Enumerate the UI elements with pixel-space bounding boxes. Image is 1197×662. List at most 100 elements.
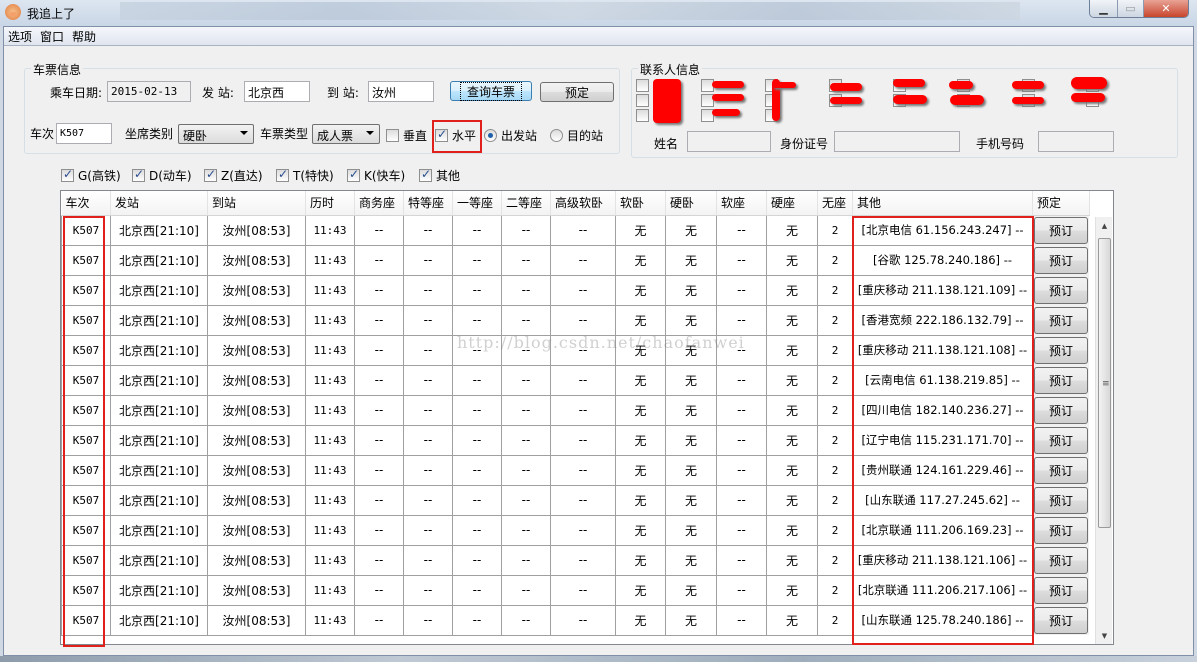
filter-checkbox-0[interactable]: G(高铁) bbox=[61, 167, 121, 184]
reserve-button[interactable]: 预订 bbox=[1034, 546, 1088, 574]
column-header[interactable]: 特等座 bbox=[403, 191, 453, 216]
book-button[interactable]: 预定 bbox=[540, 82, 614, 102]
filter-checkbox-4[interactable]: K(快车) bbox=[347, 167, 405, 184]
table-cell: 汝州[08:53] bbox=[207, 244, 306, 276]
radio-depart-station[interactable]: 出发站 bbox=[484, 127, 537, 144]
table-row[interactable]: K507 北京西[21:10] 汝州[08:53] 11:43 -- -- -- -- -- 无无… bbox=[61, 604, 1089, 636]
table-row[interactable]: K507 北京西[21:10] 汝州[08:53] 11:43 -- -- -- -- -- 无无… bbox=[61, 424, 1089, 456]
reserve-button[interactable]: 预订 bbox=[1034, 576, 1088, 604]
train-no-label: 车次 bbox=[30, 127, 55, 141]
table-cell: -- bbox=[501, 574, 551, 606]
table-row[interactable]: K507 北京西[21:10] 汝州[08:53] 11:43 -- -- -- -- -- 无无… bbox=[61, 394, 1089, 426]
table-row[interactable]: K507 北京西[21:10] 汝州[08:53] 11:43 -- -- -- -- -- 无无… bbox=[61, 364, 1089, 396]
table-cell: -- bbox=[716, 484, 767, 516]
table-row[interactable]: K507 北京西[21:10] 汝州[08:53] 11:43 -- -- -- -- -- 无无… bbox=[61, 484, 1089, 516]
table-cell: [云南电信 61.138.219.85] -- bbox=[852, 364, 1033, 396]
reserve-button[interactable]: 预订 bbox=[1034, 216, 1088, 244]
table-cell: 11:43 bbox=[305, 394, 355, 426]
table-cell: [重庆移动 211.138.121.109] -- bbox=[852, 274, 1033, 306]
table-row[interactable]: K507 北京西[21:10] 汝州[08:53] 11:43 -- -- -- -- -- 无无… bbox=[61, 334, 1089, 366]
table-row[interactable]: K507 北京西[21:10] 汝州[08:53] 11:43 -- -- -- -- -- 无无… bbox=[61, 454, 1089, 486]
table-cell: -- bbox=[403, 424, 453, 456]
reserve-button[interactable]: 预订 bbox=[1034, 336, 1088, 364]
column-header[interactable]: 历时 bbox=[305, 191, 355, 216]
table-cell: -- bbox=[452, 334, 502, 366]
radio-arrive-station[interactable]: 目的站 bbox=[550, 127, 603, 144]
phone-input[interactable] bbox=[1038, 131, 1114, 152]
contact-checkbox[interactable] bbox=[636, 109, 653, 122]
menu-options[interactable]: 选项 bbox=[8, 28, 32, 45]
reserve-button[interactable]: 预订 bbox=[1034, 606, 1088, 634]
vertical-checkbox[interactable]: 垂直 bbox=[386, 127, 427, 144]
column-header[interactable]: 商务座 bbox=[354, 191, 404, 216]
table-cell: -- bbox=[501, 544, 551, 576]
table-row[interactable]: K507 北京西[21:10] 汝州[08:53] 11:43 -- -- -- -- -- 无无… bbox=[61, 514, 1089, 546]
column-header[interactable]: 一等座 bbox=[452, 191, 502, 216]
scroll-thumb[interactable]: ≡ bbox=[1098, 238, 1111, 528]
reserve-button[interactable]: 预订 bbox=[1034, 276, 1088, 304]
column-header[interactable]: 软座 bbox=[716, 191, 767, 216]
checkbox-icon bbox=[636, 109, 649, 122]
contact-checkbox[interactable] bbox=[636, 94, 653, 107]
reserve-button[interactable]: 预订 bbox=[1034, 366, 1088, 394]
table-row[interactable]: K507 北京西[21:10] 汝州[08:53] 11:43 -- -- -- -- -- 无无… bbox=[61, 304, 1089, 336]
scroll-up-icon[interactable]: ▲ bbox=[1096, 217, 1113, 234]
reserve-button[interactable]: 预订 bbox=[1034, 306, 1088, 334]
filter-checkbox-1[interactable]: D(动车) bbox=[132, 167, 192, 184]
column-header[interactable]: 车次 bbox=[61, 191, 111, 216]
reserve-button[interactable]: 预订 bbox=[1034, 456, 1088, 484]
table-cell: -- bbox=[716, 394, 767, 426]
column-header[interactable]: 硬座 bbox=[766, 191, 818, 216]
table-cell: 2 bbox=[817, 544, 853, 576]
table-row[interactable]: K507 北京西[21:10] 汝州[08:53] 11:43 -- -- -- -- -- 无无… bbox=[61, 214, 1089, 246]
id-number-input[interactable] bbox=[834, 131, 960, 152]
vertical-scrollbar[interactable]: ▲ ≡ ▼ bbox=[1095, 217, 1112, 644]
name-input[interactable] bbox=[687, 131, 771, 152]
column-header[interactable]: 软卧 bbox=[615, 191, 666, 216]
table-row[interactable]: K507 北京西[21:10] 汝州[08:53] 11:43 -- -- -- -- -- 无无… bbox=[61, 244, 1089, 276]
filter-checkbox-2[interactable]: Z(直达) bbox=[204, 167, 263, 184]
scroll-down-icon[interactable]: ▼ bbox=[1096, 627, 1113, 644]
ticket-type-select[interactable]: 成人票 bbox=[312, 124, 380, 144]
column-header[interactable]: 其他 bbox=[852, 191, 1033, 216]
reserve-button[interactable]: 预订 bbox=[1034, 396, 1088, 424]
filter-checkbox-3[interactable]: T(特快) bbox=[276, 167, 334, 184]
table-cell: -- bbox=[716, 604, 767, 636]
table-cell: K507 bbox=[61, 334, 111, 366]
filter-checkbox-5[interactable]: 其他 bbox=[419, 167, 460, 184]
table-cell: -- bbox=[501, 334, 551, 366]
table-row[interactable]: K507 北京西[21:10] 汝州[08:53] 11:43 -- -- -- -- -- 无无… bbox=[61, 274, 1089, 306]
reserve-button[interactable]: 预订 bbox=[1034, 516, 1088, 544]
close-button[interactable]: ✕ bbox=[1143, 0, 1188, 17]
to-station-input[interactable]: 汝州 bbox=[368, 81, 434, 102]
reserve-button[interactable]: 预订 bbox=[1034, 426, 1088, 454]
table-cell: 北京西[21:10] bbox=[110, 604, 208, 636]
column-header[interactable]: 二等座 bbox=[501, 191, 551, 216]
column-header[interactable]: 到站 bbox=[207, 191, 306, 216]
column-header[interactable]: 高级软卧 bbox=[550, 191, 616, 216]
column-header[interactable]: 硬卧 bbox=[665, 191, 717, 216]
query-tickets-button[interactable]: 查询车票 bbox=[450, 81, 532, 101]
menu-window[interactable]: 窗口 bbox=[40, 28, 64, 45]
redaction-scribble bbox=[712, 81, 744, 88]
table-row[interactable]: K507 北京西[21:10] 汝州[08:53] 11:43 -- -- -- -- -- 无无… bbox=[61, 544, 1089, 576]
column-header[interactable]: 预定 bbox=[1032, 191, 1090, 216]
minimize-button[interactable]: ▁ bbox=[1090, 0, 1117, 17]
reserve-button[interactable]: 预订 bbox=[1034, 486, 1088, 514]
date-field[interactable]: 2015-02-13 bbox=[107, 81, 191, 102]
maximize-button[interactable]: ▭ bbox=[1117, 0, 1143, 17]
column-header[interactable]: 无座 bbox=[817, 191, 853, 216]
menu-help[interactable]: 帮助 bbox=[72, 28, 96, 45]
table-cell: 2 bbox=[817, 454, 853, 486]
table-cell: 无 bbox=[665, 514, 717, 546]
seat-type-select[interactable]: 硬卧 bbox=[178, 124, 254, 144]
train-no-input[interactable]: K507 bbox=[56, 123, 112, 144]
table-cell: -- bbox=[452, 394, 502, 426]
table-row[interactable]: K507 北京西[21:10] 汝州[08:53] 11:43 -- -- -- -- -- 无无… bbox=[61, 574, 1089, 606]
column-header[interactable]: 发站 bbox=[110, 191, 208, 216]
from-station-input[interactable]: 北京西 bbox=[244, 81, 310, 102]
table-cell: -- bbox=[501, 244, 551, 276]
reserve-button[interactable]: 预订 bbox=[1034, 246, 1088, 274]
horizontal-checkbox[interactable]: 水平 bbox=[435, 127, 476, 144]
contact-checkbox[interactable] bbox=[636, 79, 653, 92]
